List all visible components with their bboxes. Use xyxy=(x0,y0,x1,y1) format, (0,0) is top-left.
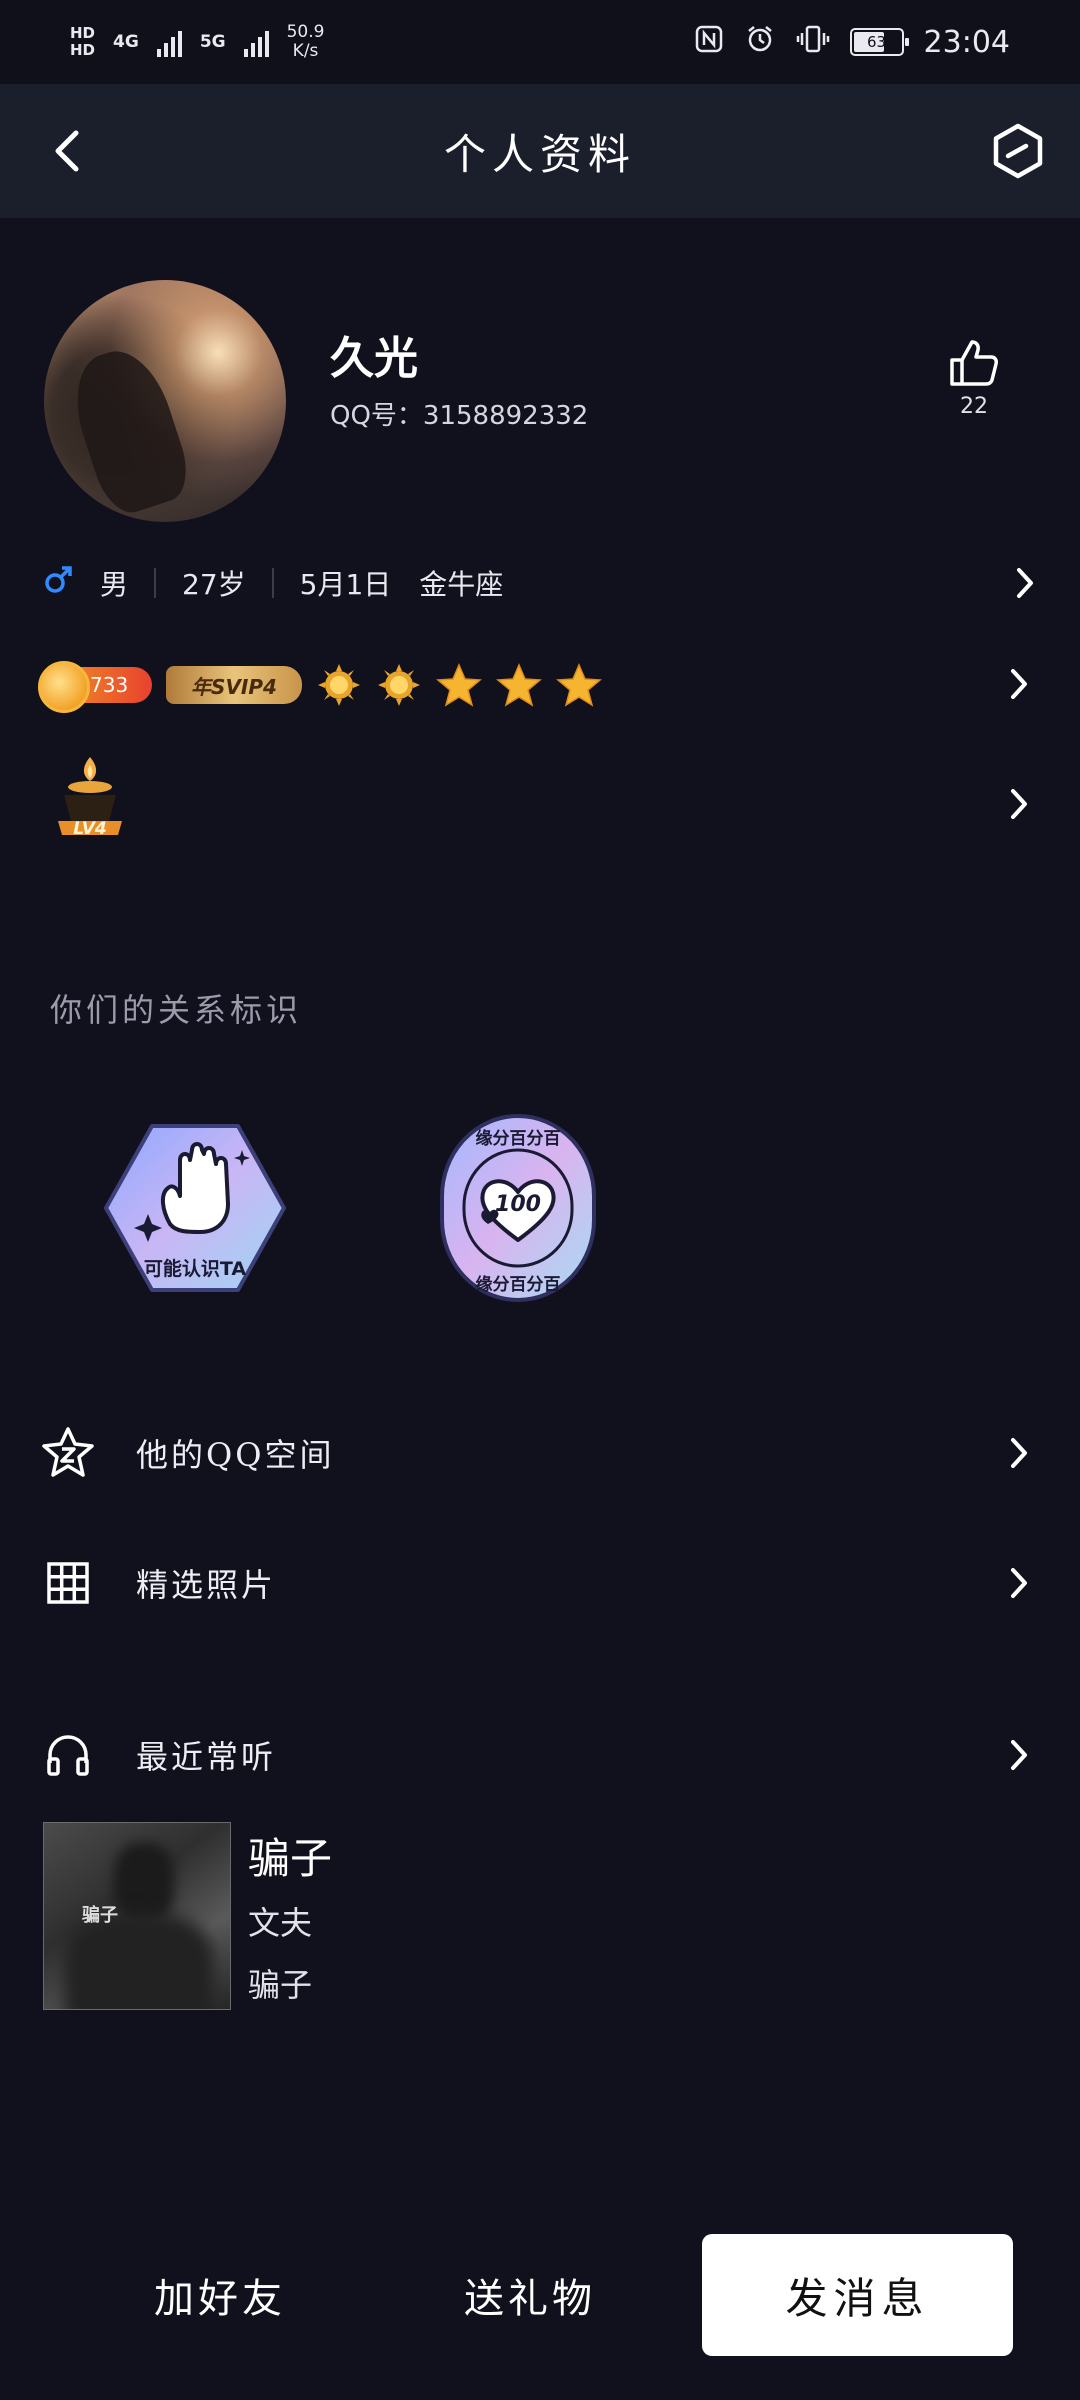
song-artist: 文夫 xyxy=(248,1904,313,1942)
network-5g-label: 5G xyxy=(199,32,226,52)
star-level-icon xyxy=(436,662,482,708)
network-4g-label: 4G xyxy=(113,32,139,52)
bottom-action-bar: 加好友 送礼物 发消息 xyxy=(0,2230,1080,2360)
thumbs-up-icon xyxy=(950,340,998,386)
lv-medal-label: LV4 xyxy=(73,819,107,839)
settings-button[interactable] xyxy=(984,117,1052,185)
qzone-label: 他的QQ空间 xyxy=(136,1436,335,1474)
grid-icon xyxy=(40,1555,96,1611)
status-bar: HD HD 4G 5G 50.9 K/s 63 23:04 xyxy=(0,0,1080,84)
badges-chevron-icon[interactable] xyxy=(1004,664,1034,704)
chevron-right-icon xyxy=(1010,563,1040,603)
photos-row[interactable]: 精选照片 xyxy=(40,1548,1040,1618)
like-button[interactable]: 22 xyxy=(944,338,1004,419)
speed-unit: K/s xyxy=(292,41,319,61)
lv-medal-icon[interactable]: LV4 xyxy=(50,755,130,850)
send-gift-button[interactable]: 送礼物 xyxy=(420,2234,640,2356)
profile-name: 久光 xyxy=(330,333,418,384)
svip-badge: 年SVIP4 xyxy=(166,666,302,704)
star-level-icon xyxy=(496,662,542,708)
destiny-number: 100 xyxy=(495,1192,541,1217)
send-message-button[interactable]: 发消息 xyxy=(702,2234,1013,2356)
basic-info-row[interactable]: 男 27岁 5月1日 金牛座 xyxy=(44,558,1040,608)
hexagon-settings-icon xyxy=(993,123,1043,179)
birthday-label: 5月1日 xyxy=(299,568,392,601)
back-button[interactable] xyxy=(34,117,102,185)
recent-music-row[interactable]: 最近常听 xyxy=(40,1720,1040,1790)
signal-icon-2 xyxy=(243,27,269,57)
hd-label-2: HD xyxy=(70,41,96,59)
like-count: 22 xyxy=(960,394,988,419)
tag-may-know-label: 可能认识TA xyxy=(143,1258,247,1280)
divider xyxy=(154,568,157,598)
age-label: 27岁 xyxy=(182,568,246,601)
headphones-icon xyxy=(40,1727,96,1783)
album-cover-text-1: 骗子 xyxy=(82,1905,118,1926)
destiny-bottom-label: 缘分百分百 xyxy=(475,1275,561,1295)
network-speed: 50.9 K/s xyxy=(287,23,325,61)
gender-label: 男 xyxy=(100,568,129,601)
photos-label: 精选照片 xyxy=(136,1566,277,1604)
tag-destiny-100[interactable]: 缘分百分百 100 缘分百分百 xyxy=(438,1112,598,1304)
male-icon xyxy=(44,563,74,603)
alarm-icon xyxy=(744,23,776,62)
badges-row[interactable]: 733 年SVIP4 xyxy=(38,655,602,715)
clock: 23:04 xyxy=(923,24,1010,60)
signal-icon xyxy=(156,27,182,57)
song-title[interactable]: 骗子 xyxy=(248,1825,332,1886)
album-cover[interactable]: 骗子 xyxy=(43,1822,231,2010)
zodiac-label: 金牛座 xyxy=(419,568,504,601)
sun-level-icon xyxy=(376,662,422,708)
lv-chevron-icon[interactable] xyxy=(1004,784,1034,824)
nav-bar: 个人资料 xyxy=(0,84,1080,218)
sun-level-icon xyxy=(316,662,362,708)
qq-coin-badge: 733 xyxy=(38,661,152,713)
page-title: 个人资料 xyxy=(443,129,636,179)
chevron-right-icon xyxy=(1004,1735,1034,1775)
chevron-right-icon xyxy=(1004,1563,1034,1603)
status-left: HD HD 4G 5G 50.9 K/s xyxy=(70,23,324,61)
nfc-icon xyxy=(694,24,724,61)
tag-may-know[interactable]: 可能认识TA xyxy=(100,1120,290,1296)
avatar[interactable] xyxy=(44,280,286,522)
add-friend-button[interactable]: 加好友 xyxy=(110,2234,330,2356)
star-level-icon xyxy=(556,662,602,708)
song-album: 骗子 xyxy=(248,1966,313,2004)
qzone-star-icon xyxy=(40,1425,96,1481)
qzone-row[interactable]: 他的QQ空间 xyxy=(40,1418,1040,1488)
battery-icon: 63 xyxy=(849,28,909,56)
destiny-top-label: 缘分百分百 xyxy=(475,1129,561,1149)
relationship-section-title: 你们的关系标识 xyxy=(50,991,303,1029)
status-right: 63 23:04 xyxy=(694,23,1010,62)
vibrate-icon xyxy=(796,23,830,62)
chevron-right-icon xyxy=(1004,1433,1034,1473)
hd-label-1: HD xyxy=(70,24,96,42)
recent-music-label: 最近常听 xyxy=(136,1738,277,1776)
hd-indicator: HD HD xyxy=(70,25,95,59)
back-arrow-icon xyxy=(55,130,79,172)
divider xyxy=(271,568,274,598)
coin-value: 733 xyxy=(90,673,129,697)
speed-value: 50.9 xyxy=(286,22,325,42)
battery-level: 63 xyxy=(866,33,887,51)
qq-number: QQ号：3158892332 xyxy=(330,401,589,431)
